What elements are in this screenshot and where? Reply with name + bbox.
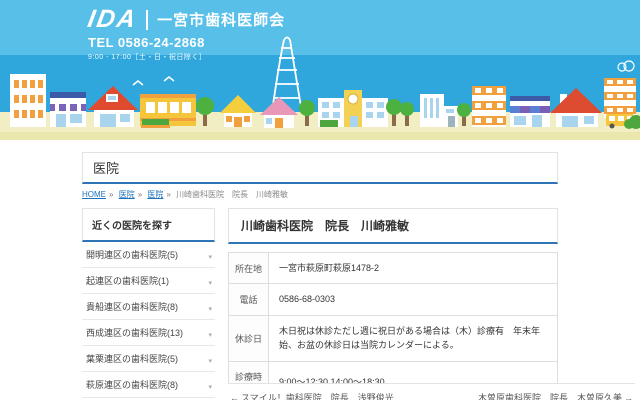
prev-clinic-link[interactable]: スマイル！歯科医院 院長 浅野俊光 xyxy=(241,393,394,400)
header-phone: TEL 0586-24-2868 xyxy=(88,35,285,50)
pager-next-wrap: 木曽原歯科医院 院長 木曽原久美→ xyxy=(478,391,635,400)
header-hours: 9:00 - 17:00［土・日・祝日除く］ xyxy=(88,52,285,62)
logo-divider xyxy=(146,10,148,30)
site-name: 一宮市歯科医師会 xyxy=(157,9,285,30)
detail-label: 電話 xyxy=(229,284,269,315)
table-row: 所在地 一宮市萩原町萩原1478-2 xyxy=(229,253,558,284)
chevron-down-icon: ▾ xyxy=(208,358,212,365)
district-label: 葉栗連区の歯科医院(5) xyxy=(86,352,178,365)
clinic-pager: ←スマイル！歯科医院 院長 浅野俊光 木曽原歯科医院 院長 木曽原久美→ xyxy=(228,383,635,400)
sidebar-district-item[interactable]: 西成連区の歯科医院(13) ▾ xyxy=(82,320,215,346)
detail-label: 休診日 xyxy=(229,315,269,361)
logo-mark-icon: IDA xyxy=(86,7,139,32)
chevron-down-icon: ▾ xyxy=(208,306,212,313)
breadcrumb-link[interactable]: HOME xyxy=(82,190,106,199)
page-content: 医院 HOME» 医院» 医院» 川崎歯科医院 院長 川崎雅敏 近くの医院を探す… xyxy=(0,140,640,400)
clinic-title: 川崎歯科医院 院長 川崎雅敏 xyxy=(228,208,558,244)
district-label: 貴船連区の歯科医院(8) xyxy=(86,300,178,313)
site-header: IDA 一宮市歯科医師会 TEL 0586-24-2868 9:00 - 17:… xyxy=(0,0,640,140)
chevron-down-icon: ▾ xyxy=(208,254,212,261)
sidebar: 近くの医院を探す 開明連区の歯科医院(5) ▾ 起連区の歯科医院(1) ▾ 貴船… xyxy=(82,208,215,400)
sidebar-district-item[interactable]: 葉栗連区の歯科医院(5) ▾ xyxy=(82,346,215,372)
breadcrumb-separator: » xyxy=(109,190,113,199)
district-label: 萩原連区の歯科医院(8) xyxy=(86,378,178,391)
detail-label: 所在地 xyxy=(229,253,269,284)
district-label: 西成連区の歯科医院(13) xyxy=(86,326,183,339)
breadcrumb-current: 川崎歯科医院 院長 川崎雅敏 xyxy=(176,190,288,199)
clinic-details-table: 所在地 一宮市萩原町萩原1478-2 電話 0586-68-0303 休診日 木… xyxy=(228,252,558,400)
sidebar-title: 近くの医院を探す xyxy=(82,208,215,242)
table-row: 電話 0586-68-0303 xyxy=(229,284,558,315)
breadcrumb-links: HOME» 医院» 医院» xyxy=(82,190,176,199)
sidebar-district-item[interactable]: 起連区の歯科医院(1) ▾ xyxy=(82,268,215,294)
sidebar-district-item[interactable]: 開明連区の歯科医院(5) ▾ xyxy=(82,242,215,268)
breadcrumb-separator: » xyxy=(166,190,170,199)
breadcrumb-separator: » xyxy=(138,190,142,199)
next-clinic-link[interactable]: 木曽原歯科医院 院長 木曽原久美 xyxy=(478,393,622,400)
clinic-detail: 川崎歯科医院 院長 川崎雅敏 所在地 一宮市萩原町萩原1478-2 電話 058… xyxy=(228,208,558,400)
sidebar-district-item[interactable]: 萩原連区の歯科医院(8) ▾ xyxy=(82,372,215,398)
chevron-down-icon: ▾ xyxy=(208,280,212,287)
district-label: 開明連区の歯科医院(5) xyxy=(86,248,178,261)
district-list: 開明連区の歯科医院(5) ▾ 起連区の歯科医院(1) ▾ 貴船連区の歯科医院(8… xyxy=(82,242,215,400)
pager-prev-wrap: ←スマイル！歯科医院 院長 浅野俊光 xyxy=(228,391,394,400)
detail-value: 0586-68-0303 xyxy=(269,284,558,315)
district-label: 起連区の歯科医院(1) xyxy=(86,274,169,287)
site-logo[interactable]: IDA 一宮市歯科医師会 xyxy=(88,7,285,32)
breadcrumb-link[interactable]: 医院 xyxy=(119,190,135,199)
breadcrumb-link[interactable]: 医院 xyxy=(147,190,163,199)
arrow-left-icon: ← xyxy=(230,393,239,400)
page-title: 医院 xyxy=(82,152,558,184)
chevron-down-icon: ▾ xyxy=(208,332,212,339)
arrow-right-icon: → xyxy=(624,393,633,400)
sidebar-district-item[interactable]: 貴船連区の歯科医院(8) ▾ xyxy=(82,294,215,320)
table-row: 休診日 木日祝は休診ただし週に祝日がある場合は（木）診療有 年末年始、お盆の休診… xyxy=(229,315,558,361)
detail-value: 木日祝は休診ただし週に祝日がある場合は（木）診療有 年末年始、お盆の休診日は当院… xyxy=(269,315,558,361)
chevron-down-icon: ▾ xyxy=(208,384,212,391)
breadcrumb: HOME» 医院» 医院» 川崎歯科医院 院長 川崎雅敏 xyxy=(82,189,558,200)
detail-value: 一宮市萩原町萩原1478-2 xyxy=(269,253,558,284)
